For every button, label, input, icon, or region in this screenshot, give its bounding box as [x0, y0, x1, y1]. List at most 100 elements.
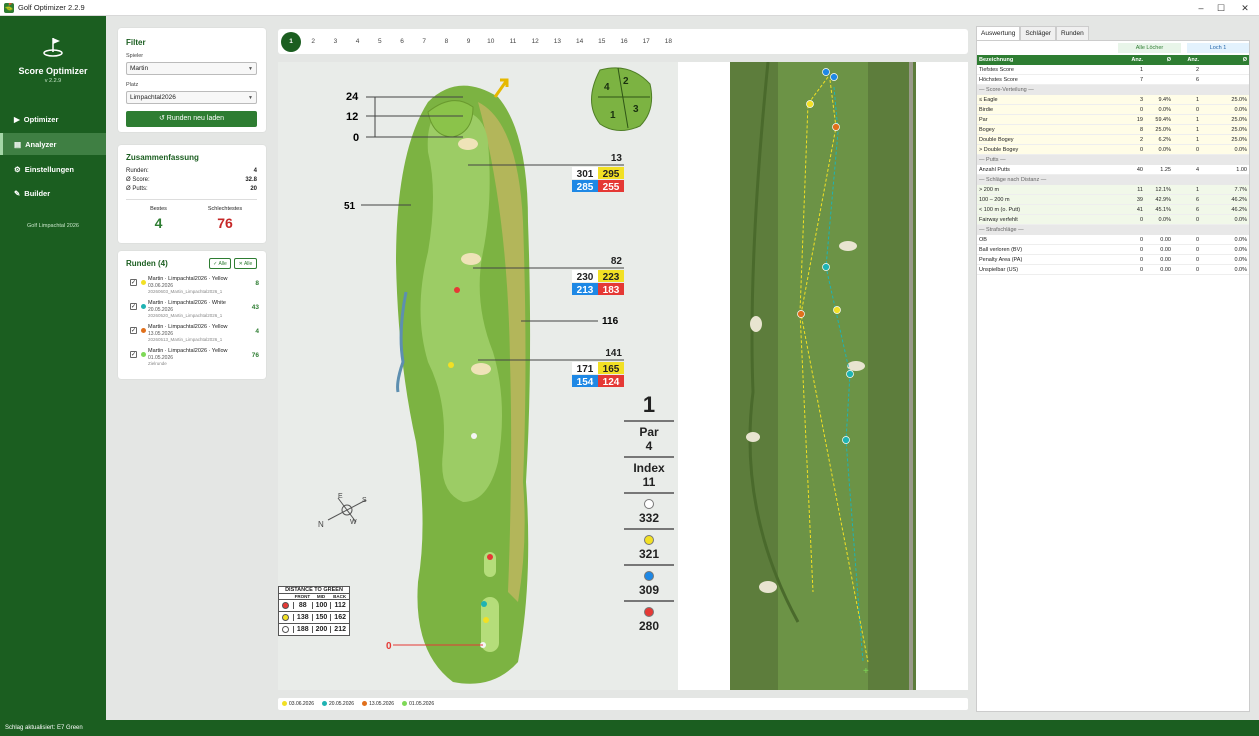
title-bar: ⛳ Golf Optimizer 2.2.9 – ☐ ✕ — [0, 0, 1259, 16]
table-cell: 0.00 — [1160, 257, 1171, 263]
table-cell: 0 — [1139, 147, 1143, 153]
shot-marker — [822, 68, 830, 76]
table-cell: 39 — [1136, 197, 1143, 203]
platz-label: Platz — [126, 82, 139, 88]
hole-button-11[interactable]: 11 — [503, 32, 523, 52]
dtg-rows: 88 100 112 138 150 162 188 200 212 — [279, 599, 349, 635]
platz-select[interactable]: Limpachtal2026 ▼ — [126, 91, 257, 104]
hole-button-2[interactable]: 2 — [303, 32, 323, 52]
reload-rounds-button[interactable]: ↺ Runden neu laden — [126, 111, 257, 127]
spieler-select[interactable]: Martin ▼ — [126, 62, 257, 75]
select-all-button[interactable]: ✓ Alle — [209, 258, 231, 269]
bunker — [471, 363, 491, 375]
nav-builder[interactable]: ✎ Builder — [0, 182, 106, 204]
distance-value: 124 — [603, 377, 620, 388]
dtg-col: BACK — [333, 594, 347, 599]
dtg-row: 188 200 212 — [279, 623, 349, 635]
table-row: Par 19 59.4% 1 25.0% — [977, 115, 1249, 125]
table-cell: 3 — [1139, 97, 1143, 103]
round-item[interactable]: ✓ Martin · Limpachtal2026 · Yellow 03.06.2… — [126, 276, 259, 300]
wrench-icon: ✎ — [14, 188, 21, 198]
hole-button-3[interactable]: 3 — [325, 32, 345, 52]
table-cell: Anzahl Putts — [979, 167, 1010, 173]
bunker — [461, 253, 481, 265]
round-item[interactable]: ✓ Martin · Limpachtal2026 · White 20.05.20… — [126, 300, 259, 324]
table-cell: ≤ Eagle — [979, 97, 998, 103]
hole-button-6[interactable]: 6 — [392, 32, 412, 52]
hole-button-1[interactable]: 1 — [281, 32, 301, 52]
hole-button-8[interactable]: 8 — [436, 32, 456, 52]
round-title: Martin · Limpachtal2026 · White — [148, 300, 226, 306]
nav-analyzer[interactable]: ▤ Analyzer — [0, 133, 106, 155]
hole-button-15[interactable]: 15 — [592, 32, 612, 52]
nav-optimizer[interactable]: ▶ Optimizer — [0, 108, 106, 130]
compass-w: W — [350, 519, 357, 526]
distance-value: 295 — [603, 169, 620, 180]
tab-runden[interactable]: Runden — [1055, 26, 1089, 40]
hole-button-5[interactable]: 5 — [370, 32, 390, 52]
hole-button-7[interactable]: 7 — [414, 32, 434, 52]
deselect-all-button[interactable]: ✕ Alle — [234, 258, 257, 269]
close-icon[interactable]: ✕ — [1233, 0, 1257, 16]
table-cell: 0.0% — [1158, 107, 1171, 113]
right-margin — [916, 62, 968, 690]
table-cell: OB — [979, 237, 987, 243]
table-row: Ball verloren (BV) 0 0.00 0 0.0% — [977, 245, 1249, 255]
tee-marker — [487, 554, 493, 560]
table-cell: 42.9% — [1155, 197, 1171, 203]
table-cell: 0 — [1195, 107, 1199, 113]
filter-card: Filter Spieler Martin ▼ Platz Limpachtal2… — [118, 28, 266, 132]
table-cell: 1.25 — [1160, 167, 1171, 173]
table-row: ≤ Eagle 3 9.4% 1 25.0% — [977, 95, 1249, 105]
hole-button-10[interactable]: 10 — [481, 32, 501, 52]
table-row: > Double Bogey 0 0.0% 0 0.0% — [977, 145, 1249, 155]
maximize-icon[interactable]: ☐ — [1209, 0, 1233, 16]
table-cell: > 200 m — [979, 187, 1000, 193]
tee-length-value: 321 — [638, 547, 660, 561]
tab-schlaeger[interactable]: Schläger — [1020, 26, 1056, 40]
legend-label: 03.06.2026 — [289, 701, 315, 707]
distance-value: 171 — [577, 364, 594, 375]
hole-button-18[interactable]: 18 — [658, 32, 678, 52]
table-cell: 0.0% — [1234, 267, 1247, 273]
hole-button-12[interactable]: 12 — [525, 32, 545, 52]
app-name: Score Optimizer — [18, 66, 88, 76]
dtg-value: 100 — [311, 602, 331, 609]
hole-button-16[interactable]: 16 — [614, 32, 634, 52]
status-bar: Schlag aktualisiert: E7 Green — [0, 720, 1259, 736]
round-checkbox[interactable]: ✓ — [130, 303, 137, 310]
table-cell: 0 — [1195, 147, 1199, 153]
group-hole-1[interactable]: Loch 1 — [1187, 43, 1249, 53]
table-cell: 6.2% — [1158, 137, 1171, 143]
tee-cross-icon: + — [863, 666, 869, 677]
table-row: Bogey 8 25.0% 1 25.0% — [977, 125, 1249, 135]
round-checkbox[interactable]: ✓ — [130, 351, 137, 358]
index-label: Index — [633, 461, 665, 475]
distance-value: 154 — [577, 377, 594, 388]
dtg-value: 200 — [311, 626, 331, 633]
table-cell: < 100 m (o. Putt) — [979, 207, 1021, 213]
play-icon: ▶ — [14, 114, 20, 124]
distance-to-green-table: DISTANCE TO GREEN FRONT MID BACK 88 100 112 1… — [278, 586, 350, 636]
hole-button-13[interactable]: 13 — [547, 32, 567, 52]
hole-button-4[interactable]: 4 — [348, 32, 368, 52]
distance-value: 141 — [605, 348, 622, 359]
hole-selector: 1 2 3 4 5 6 7 8 9 10 11 12 13 14 15 16 17 18 — [278, 29, 968, 54]
round-checkbox[interactable]: ✓ — [130, 279, 137, 286]
legend-dot — [322, 701, 328, 707]
hole-info: 1 Par 4 Index 11 332 321 309 280 — [624, 392, 674, 636]
table-row: Double Bogey 2 6.2% 1 25.0% — [977, 135, 1249, 145]
round-checkbox[interactable]: ✓ — [130, 327, 137, 334]
table-cell: 0 — [1195, 217, 1199, 223]
table-section: — Score-Verteilung — — [977, 85, 1249, 95]
round-item[interactable]: ✓ Martin · Limpachtal2026 · Yellow 13.05.2… — [126, 324, 259, 348]
hole-button-17[interactable]: 17 — [636, 32, 656, 52]
best-score: Bestes 4 — [136, 206, 181, 231]
nav-einstellungen[interactable]: ⚙ Einstellungen — [0, 158, 106, 180]
round-item[interactable]: ✓ Martin · Limpachtal2026 · Yellow 01.05.2… — [126, 348, 259, 372]
hole-button-9[interactable]: 9 — [459, 32, 479, 52]
tab-auswertung[interactable]: Auswertung — [976, 26, 1021, 40]
group-all-holes[interactable]: Alle Löcher — [1118, 43, 1181, 53]
table-row: Tiefstes Score 1 2 — [977, 65, 1249, 75]
hole-button-14[interactable]: 14 — [570, 32, 590, 52]
